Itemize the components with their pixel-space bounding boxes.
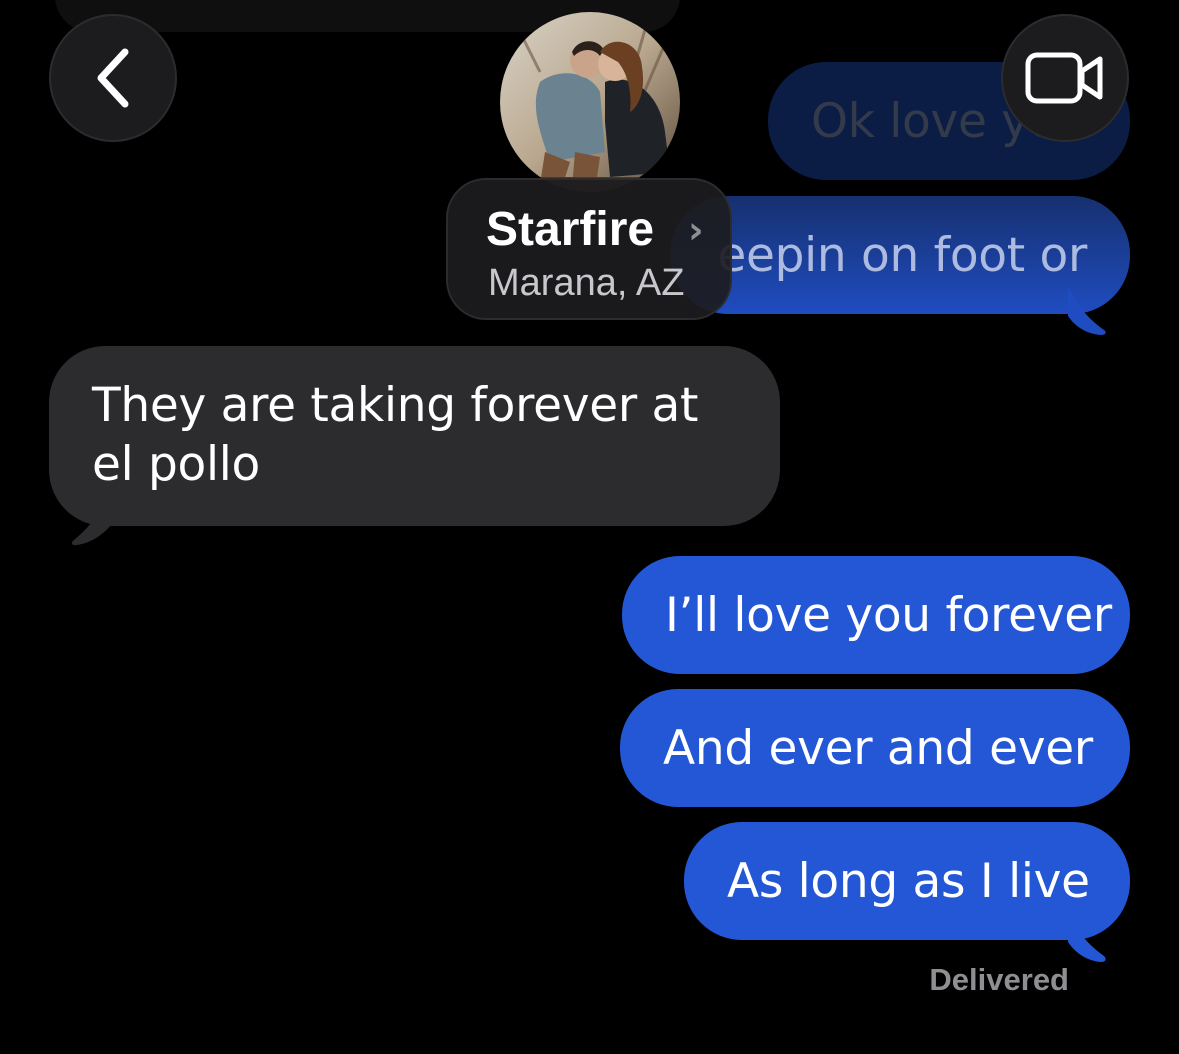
contact-avatar[interactable] xyxy=(500,12,680,192)
message-bubble-incoming[interactable]: They are taking forever at el pollo xyxy=(49,346,780,526)
message-text: As long as I live xyxy=(727,853,1090,909)
bubble-tail xyxy=(1068,912,1106,962)
bubble-tail xyxy=(1068,286,1106,335)
delivery-status: Delivered xyxy=(929,962,1069,997)
message-text: I’ll love you forever xyxy=(665,587,1112,643)
avatar-photo xyxy=(500,12,680,192)
message-bubble-outgoing[interactable]: And ever and ever xyxy=(620,689,1130,807)
back-button[interactable] xyxy=(49,14,177,142)
contact-location: Marana, AZ xyxy=(488,262,685,304)
contact-name: Starfire xyxy=(486,203,655,256)
chevron-left-icon xyxy=(97,48,129,108)
video-call-button[interactable] xyxy=(1001,14,1129,142)
message-text: They are taking forever at el pollo xyxy=(92,378,699,492)
video-camera-icon xyxy=(1025,52,1103,104)
message-bubble-outgoing[interactable]: I’ll love you forever xyxy=(622,556,1130,674)
conversation-screen: Ok love yo eepin on foot or They are tak… xyxy=(0,0,1179,1054)
message-text: eepin on foot or xyxy=(717,227,1087,283)
contact-info-button[interactable]: Starfire › Marana, AZ xyxy=(446,178,732,320)
message-bubble-outgoing[interactable]: As long as I live xyxy=(684,822,1130,940)
bubble-tail xyxy=(71,496,112,546)
chevron-right-icon: › xyxy=(688,208,704,252)
message-bubble-outgoing-partial[interactable]: eepin on foot or xyxy=(670,196,1130,314)
message-text: And ever and ever xyxy=(663,720,1093,776)
